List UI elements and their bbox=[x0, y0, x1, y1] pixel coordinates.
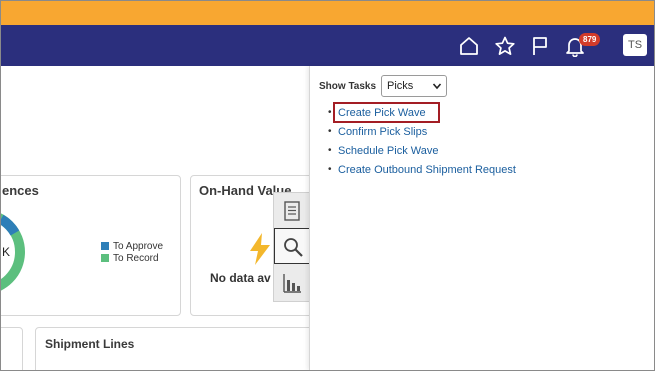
legend-item-to-record[interactable]: To Record bbox=[101, 253, 159, 264]
flag-icon[interactable] bbox=[529, 35, 551, 57]
reports-tool-button[interactable] bbox=[274, 265, 310, 301]
donut-center-value: K bbox=[2, 245, 11, 259]
global-header: 879 TS bbox=[1, 25, 654, 66]
task-item-create-outbound-shipment-request: • Create Outbound Shipment Request bbox=[328, 163, 516, 182]
app-window: 879 TS ences K To Approve To Record On-H… bbox=[0, 0, 655, 371]
main-content: ences K To Approve To Record On-Hand Val… bbox=[1, 66, 654, 370]
lightning-icon bbox=[250, 233, 270, 265]
card-title: ences bbox=[2, 183, 39, 198]
bar-chart-icon bbox=[283, 274, 301, 293]
legend-swatch bbox=[101, 242, 109, 250]
selected-value: Picks bbox=[387, 80, 414, 92]
task-item-schedule-pick-wave: • Schedule Pick Wave bbox=[328, 144, 516, 163]
task-item-confirm-pick-slips: • Confirm Pick Slips bbox=[328, 125, 516, 144]
exceptions-card: ences K To Approve To Record bbox=[1, 175, 181, 316]
legend-swatch bbox=[101, 254, 109, 262]
star-icon[interactable] bbox=[494, 35, 516, 57]
tool-strip bbox=[273, 192, 311, 302]
top-accent-bar bbox=[1, 1, 654, 25]
bullet: • bbox=[328, 107, 332, 118]
highlight-box bbox=[333, 102, 440, 123]
document-icon bbox=[284, 201, 300, 221]
tasks-tool-button[interactable] bbox=[274, 193, 310, 229]
home-icon[interactable] bbox=[458, 35, 480, 57]
chevron-down-icon bbox=[432, 83, 442, 90]
search-tool-button[interactable] bbox=[274, 228, 310, 264]
show-tasks-label: Show Tasks bbox=[319, 81, 377, 92]
search-icon bbox=[284, 238, 303, 257]
donut-segment-to-approve bbox=[1, 214, 20, 236]
task-link-create-outbound-shipment-request[interactable]: Create Outbound Shipment Request bbox=[338, 164, 516, 176]
tasks-panel: Show Tasks Picks • Create Pick Wave • Co… bbox=[309, 66, 654, 370]
card-title: Shipment Lines bbox=[45, 337, 135, 351]
notification-count-badge: 879 bbox=[579, 33, 601, 46]
bullet: • bbox=[328, 164, 332, 175]
partial-card bbox=[1, 327, 23, 370]
bullet: • bbox=[328, 126, 332, 137]
task-link-schedule-pick-wave[interactable]: Schedule Pick Wave bbox=[338, 145, 438, 157]
shipment-lines-card: Shipment Lines bbox=[35, 327, 327, 370]
tasks-category-select[interactable]: Picks bbox=[381, 75, 447, 97]
avatar[interactable]: TS bbox=[623, 34, 647, 56]
bullet: • bbox=[328, 145, 332, 156]
no-data-message: No data av bbox=[210, 271, 271, 285]
task-link-confirm-pick-slips[interactable]: Confirm Pick Slips bbox=[338, 126, 427, 138]
legend-item-to-approve[interactable]: To Approve bbox=[101, 241, 163, 252]
